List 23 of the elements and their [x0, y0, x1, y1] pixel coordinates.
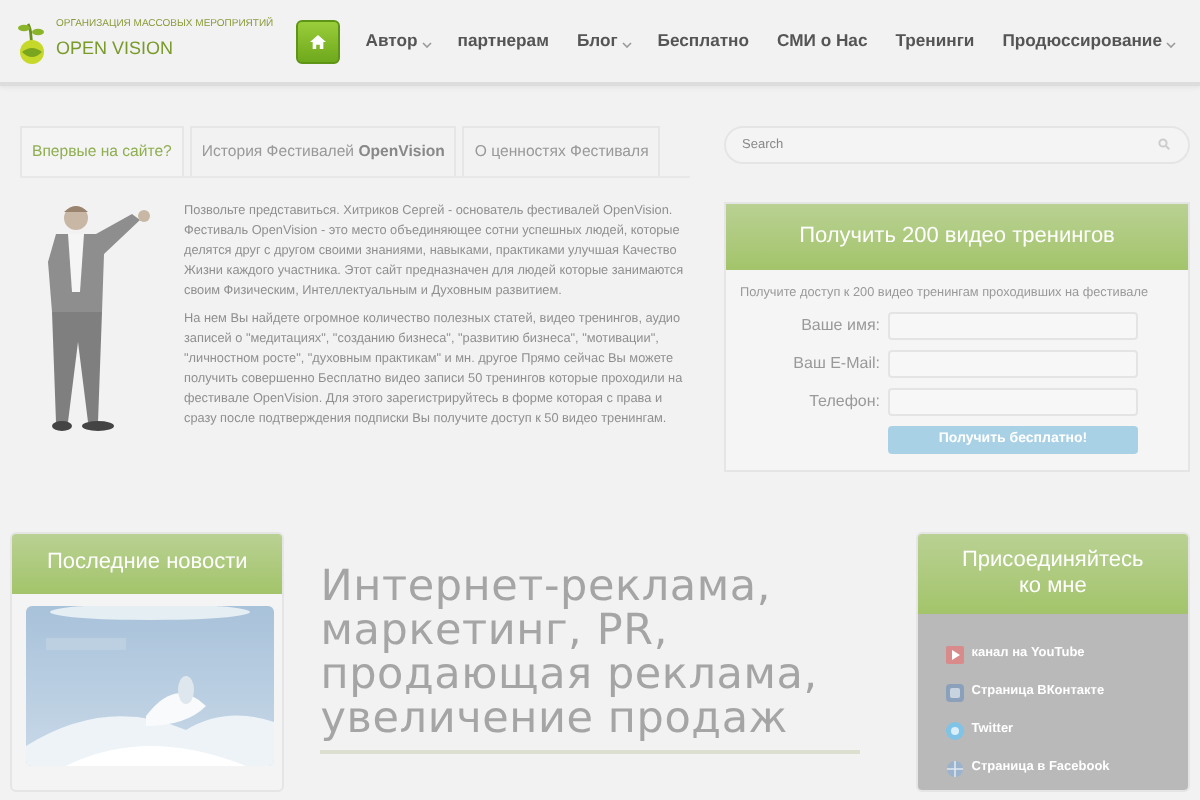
logo-icon [16, 19, 48, 63]
home-button[interactable] [295, 19, 340, 63]
nav-link[interactable]: Автор [351, 28, 432, 54]
article-title: Интернет-реклама, маркетинг, PR, продающая реклама, увеличение продаж [320, 566, 860, 754]
field-label: Ваш E-Mail: [791, 354, 880, 374]
play-icon [945, 646, 964, 664]
nav-link[interactable]: Тренинги [881, 28, 989, 54]
home-icon [309, 33, 326, 49]
logo-text: OPEN VISION [56, 38, 174, 58]
panel-header: Присоединяйтесь ко мне [917, 534, 1189, 614]
nav-link[interactable]: СМИ о Нас [763, 28, 882, 54]
nav-link[interactable]: Продюссирование [988, 28, 1176, 54]
circle-icon [945, 722, 964, 740]
panel-header: Получить 200 видео тренингов [726, 204, 1188, 269]
globe-icon [945, 760, 964, 778]
nav-link[interactable]: Блог [562, 28, 632, 54]
square-icon [945, 684, 964, 702]
search-icon [1158, 138, 1170, 150]
field-label: Телефон: [807, 392, 880, 412]
field-label: Ваше имя: [799, 316, 880, 336]
nav-link[interactable]: Бесплатно [643, 28, 763, 54]
panel-header: Последние новости [12, 534, 283, 593]
nav-link[interactable]: партнерам [443, 28, 563, 54]
